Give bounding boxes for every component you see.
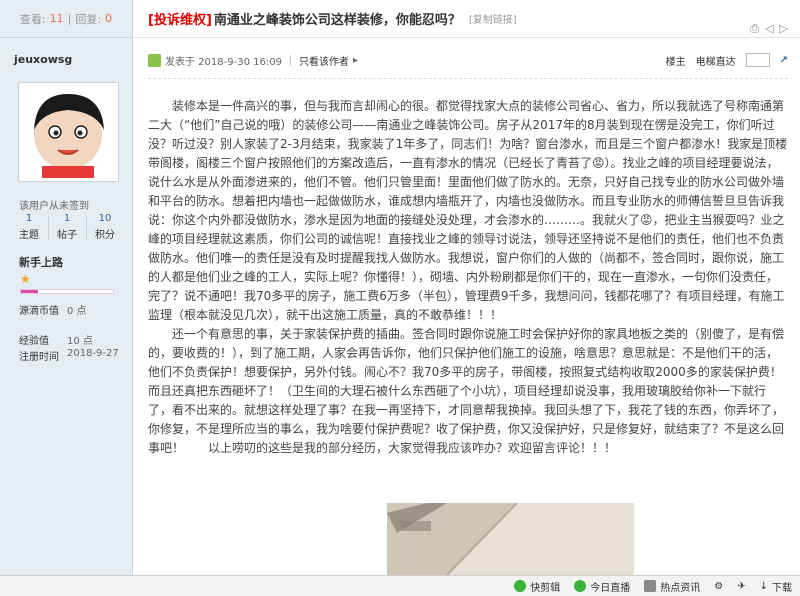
post-time: 发表于 2018-9-30 16:09 <box>165 56 282 68</box>
bottom-toolbar: 快剪辑 今日直播 热点资讯 ⚙ ✈ ↓ 下载 <box>0 575 800 596</box>
info-key: 源滴币值 <box>19 306 59 317</box>
meta-separator <box>148 78 788 79</box>
next-thread-icon[interactable]: ▷ <box>780 22 788 36</box>
play-icon <box>574 580 587 592</box>
replies-count: 0 <box>105 12 113 25</box>
thread-counts: 查看: 11 | 回复: 0 <box>0 0 132 38</box>
meta-divider <box>289 54 291 66</box>
stat-topics[interactable]: 1 主题 <box>12 213 46 241</box>
user-rank[interactable]: 新手上路 <box>19 254 63 270</box>
scissors-icon <box>514 580 527 592</box>
info-value: 0 点 <box>67 306 87 317</box>
stat-value: 1 <box>63 213 71 224</box>
toolbar-item-settings[interactable]: ⚙ <box>714 581 723 592</box>
author-username[interactable]: jeuxowsg <box>0 38 132 82</box>
stat-value: 10 <box>98 213 112 224</box>
info-value: 2018-9-27 <box>67 348 119 359</box>
copy-link-button[interactable]: [复制链接] <box>469 11 517 26</box>
rank-progress-bar <box>20 289 114 294</box>
toolbar-item-news[interactable]: 热点资讯 <box>644 579 700 594</box>
prev-thread-icon[interactable]: ◁ <box>765 22 773 36</box>
stat-points[interactable]: 10 积分 <box>88 213 122 241</box>
toolbar-label: 下载 <box>772 582 792 594</box>
toolbar-label: 快剪辑 <box>530 582 561 594</box>
info-key: 注册时间 <box>19 352 59 363</box>
post-paragraph: 还一个有意思的事，关于家装保护费的插曲。签合同时跟你说施工时会保护好你的家具地板… <box>148 327 785 455</box>
title-actions: ⎙ ◁ ▷ <box>750 22 788 36</box>
gear-icon: ⚙ <box>714 580 724 592</box>
pin-icon: ✈ <box>737 580 746 592</box>
replies-label: 回复: <box>75 12 102 26</box>
post-title-row: [投诉维权] 南通业之峰装饰公司这样装修，你能忍吗？ [复制链接] <box>134 0 800 38</box>
toolbar-label: 热点资讯 <box>660 582 701 594</box>
toolbar-label: 今日直播 <box>590 582 631 594</box>
author-stats: 1 主题 1 帖子 10 积分 <box>12 213 122 241</box>
jump-go-icon[interactable]: ↗ <box>780 55 788 66</box>
download-icon: ↓ <box>759 580 768 592</box>
post-title: 南通业之峰装饰公司这样装修，你能忍吗？ <box>213 13 461 28</box>
toolbar-item-download[interactable]: ↓ 下载 <box>760 579 792 594</box>
chevron-right-icon: ▸ <box>352 54 358 66</box>
print-icon[interactable]: ⎙ <box>750 22 759 36</box>
info-row-coins: 源滴币值 0 点 <box>19 302 87 317</box>
online-status-icon <box>148 53 161 67</box>
stat-label: 主题 <box>19 230 39 241</box>
post-meta: 发表于 2018-9-30 16:09 只看该作者 ▸ 楼主 电梯直达 ↗ <box>148 49 788 71</box>
stat-posts[interactable]: 1 帖子 <box>50 213 84 241</box>
sign-in-note: 该用户从未签到 <box>19 201 89 212</box>
stat-divider <box>47 215 49 241</box>
post-category-tag[interactable]: [投诉维权] <box>148 9 212 28</box>
rank-progress-fill <box>21 290 38 293</box>
stat-label: 积分 <box>95 230 115 241</box>
count-separator: | <box>67 12 72 25</box>
avatar-cartoon-icon <box>22 86 115 178</box>
stat-divider <box>85 215 87 241</box>
views-count: 11 <box>49 12 64 25</box>
post-content: 装修本是一件高兴的事，但与我而言却闹心的很。都觉得找家大点的装修公司省心、省力，… <box>148 97 788 458</box>
info-value: 10 点 <box>67 336 93 347</box>
toolbar-item-clip[interactable]: 快剪辑 <box>514 579 560 594</box>
info-row-exp: 经验值 10 点 <box>19 332 93 347</box>
views-label: 查看: <box>19 12 46 26</box>
renovation-photo-icon <box>387 503 634 575</box>
post-photo[interactable] <box>387 503 634 575</box>
author-only-link[interactable]: 只看该作者 <box>299 53 349 68</box>
floor-controls: 楼主 电梯直达 ↗ <box>666 53 788 68</box>
post-paragraph: 装修本是一件高兴的事，但与我而言却闹心的很。都觉得找家大点的装修公司省心、省力，… <box>148 99 788 322</box>
author-sidebar: 查看: 11 | 回复: 0 jeuxowsg 该用户从未签到 1 主题 1 帖… <box>0 0 133 575</box>
jump-label: 电梯直达 <box>695 56 736 68</box>
info-key: 经验值 <box>19 336 49 347</box>
toolbar-item-pin[interactable]: ✈ <box>737 581 745 592</box>
post-main: [投诉维权] 南通业之峰装饰公司这样装修，你能忍吗？ [复制链接] ⎙ ◁ ▷ … <box>134 0 800 575</box>
floor-jump-input[interactable] <box>745 53 770 67</box>
stat-value: 1 <box>25 213 33 224</box>
stat-label: 帖子 <box>57 230 77 241</box>
toolbar-item-live[interactable]: 今日直播 <box>574 579 630 594</box>
star-icon: ★ <box>20 272 31 286</box>
avatar[interactable] <box>18 82 119 182</box>
floor-label: 楼主 <box>665 56 686 68</box>
info-row-registered: 注册时间 2018-9-27 <box>19 348 119 363</box>
news-icon <box>644 580 657 592</box>
